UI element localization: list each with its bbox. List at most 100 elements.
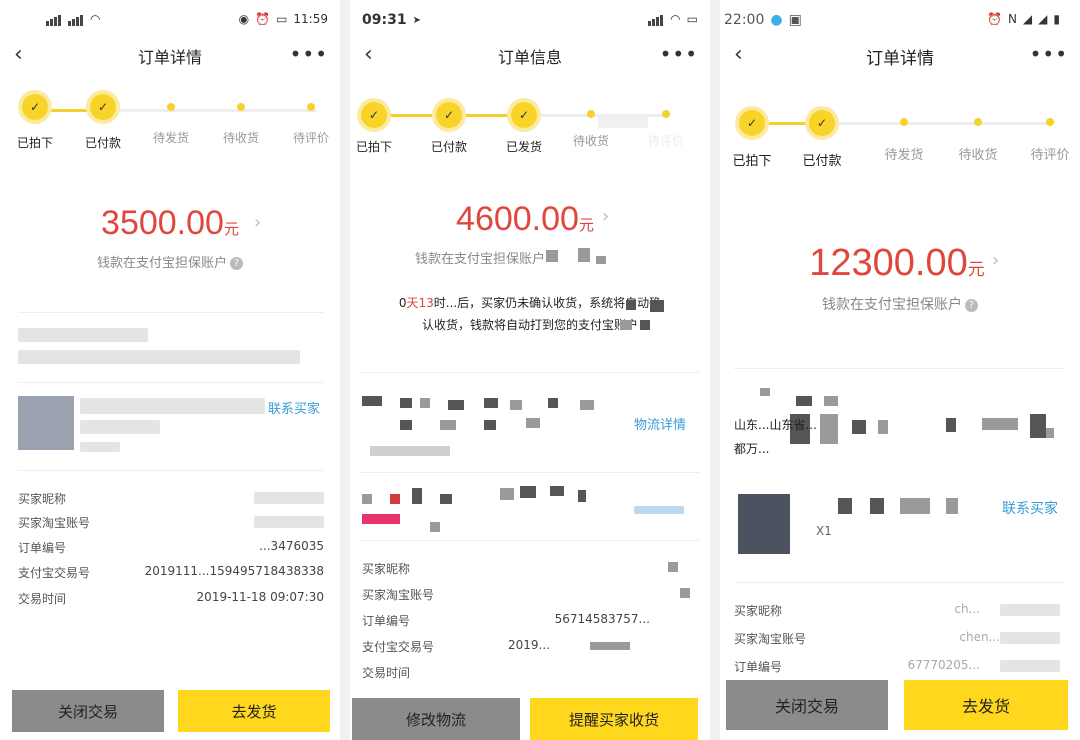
- info-row-alipay-trade-no: 支付宝交易号 2019111...159495718438338: [18, 564, 324, 580]
- more-dots-icon[interactable]: •••: [1030, 42, 1068, 66]
- help-icon[interactable]: ?: [230, 257, 243, 270]
- close-trade-button[interactable]: 关闭交易: [726, 680, 888, 730]
- amount-unit: 元: [578, 216, 594, 234]
- address-line-1: 山东...山东省...: [734, 418, 817, 432]
- step-paid: ✓ 已付款: [787, 110, 857, 169]
- step-to-review: 待评价: [1015, 110, 1080, 163]
- ship-button[interactable]: 去发货: [178, 690, 330, 732]
- step-to-ship: 待发货: [869, 110, 939, 163]
- amount-unit: 元: [223, 220, 239, 238]
- escrow-note: 钱款在支付宝担保账户?: [720, 294, 1080, 314]
- alarm-icon: ⏰: [255, 12, 271, 26]
- qq-icon: ●: [770, 12, 783, 28]
- step-placed: ✓ 已拍下: [350, 102, 409, 155]
- step-paid: ✓ 已付款: [68, 94, 138, 151]
- contact-buyer-link[interactable]: 联系买家: [1002, 498, 1058, 518]
- status-time: 09:31: [362, 12, 407, 28]
- order-progress: ✓ 已拍下 ✓ 已付款 待发货 待收货 待评价: [720, 110, 1080, 180]
- amount-value: 3500.00: [101, 204, 224, 242]
- status-bar: 22:00 ● ▣ ⏰ N ◢ ◢ ▮: [720, 0, 1080, 40]
- info-row-order-number: 订单编号 ...3476035: [18, 539, 324, 555]
- location-arrow-icon: ➤: [412, 14, 421, 26]
- status-time: 22:00: [724, 12, 765, 28]
- remind-receive-button[interactable]: 提醒买家收货: [530, 698, 698, 740]
- battery-icon: ▮: [1053, 12, 1060, 26]
- check-icon: ✓: [739, 110, 765, 136]
- status-time: 11:59: [293, 12, 328, 26]
- image-icon: ▣: [788, 12, 802, 28]
- header: ‹ 订单详情 •••: [720, 40, 1080, 74]
- blurred-product-title: [80, 398, 265, 414]
- logistics-detail-link[interactable]: 物流详情: [634, 414, 686, 433]
- info-row-buyer-account: 买家淘宝账号: [362, 586, 690, 606]
- status-bar: 09:31 ➤ ◠ ▭: [350, 0, 710, 40]
- info-row-order-number: 订单编号 67770205...: [734, 658, 1060, 678]
- amount-value: 4600.00: [456, 200, 579, 238]
- step-to-ship: 待发货: [136, 94, 206, 146]
- more-dots-icon[interactable]: •••: [290, 42, 328, 66]
- product-thumbnail[interactable]: [18, 396, 74, 450]
- info-row-buyer-account: 买家淘宝账号 chen...: [734, 630, 1060, 650]
- amount-unit: 元: [967, 260, 985, 280]
- order-detail-screen-2: 09:31 ➤ ◠ ▭ ‹ 订单信息 ••• ✓ 已拍下 ✓ 已付款 ✓ 已发货 待收…: [350, 0, 710, 740]
- battery-icon: ▭: [686, 12, 698, 26]
- header: ‹ 订单信息 •••: [350, 40, 710, 74]
- chevron-right-icon: ›: [992, 250, 1000, 271]
- amount-value: 12300.00: [809, 242, 968, 284]
- info-row-buyer-account: 买家淘宝账号: [18, 514, 324, 534]
- order-amount[interactable]: 3500.00元 ›: [0, 204, 340, 243]
- order-progress: ✓ 已拍下 ✓ 已付款 ✓ 已发货 待收货 待评价: [350, 102, 710, 172]
- page-title: 订单信息: [497, 48, 562, 67]
- check-icon: ✓: [22, 94, 48, 120]
- eye-icon: ◉: [238, 12, 250, 26]
- wifi-icon: ◠: [90, 12, 101, 26]
- ship-button[interactable]: 去发货: [904, 680, 1068, 730]
- check-icon: ✓: [809, 110, 835, 136]
- blurred-product-qty: [80, 442, 120, 452]
- check-icon: ✓: [90, 94, 116, 120]
- contact-buyer-link[interactable]: 联系买家: [268, 398, 320, 417]
- help-icon[interactable]: ?: [965, 298, 978, 312]
- chevron-right-icon: ›: [602, 206, 610, 227]
- check-icon: ✓: [361, 102, 387, 128]
- escrow-note: 钱款在支付宝担保账户: [414, 252, 545, 267]
- signal-icon: ◢: [1022, 12, 1033, 26]
- nfc-icon: N: [1007, 12, 1017, 26]
- modify-logistics-button[interactable]: 修改物流: [352, 698, 520, 740]
- header: ‹ 订单详情 •••: [0, 40, 340, 74]
- order-amount[interactable]: 4600.00元 ›: [350, 200, 710, 239]
- signal-icon: [46, 12, 62, 26]
- product-thumbnail[interactable]: [738, 494, 790, 554]
- info-row-alipay-trade-no: 支付宝交易号 2019...: [362, 638, 690, 658]
- status-bar: ◠ ◉ ⏰ ▭ 11:59: [0, 0, 340, 40]
- address-line-2: 都万...: [734, 442, 770, 456]
- blurred-product-spec: [80, 420, 160, 434]
- step-to-receive: 待收货: [206, 94, 276, 146]
- info-row-trade-time: 交易时间 2019-11-18 09:07:30: [18, 590, 324, 606]
- order-detail-screen-1: ◠ ◉ ⏰ ▭ 11:59 ‹ 订单详情 ••• ✓ 已拍下 ✓ 已付款 待发货 待…: [0, 0, 340, 740]
- more-dots-icon[interactable]: •••: [660, 42, 698, 66]
- order-amount[interactable]: 12300.00元 ›: [720, 242, 1080, 285]
- escrow-note: 钱款在支付宝担保账户?: [0, 252, 340, 271]
- step-shipped: ✓ 已发货: [489, 102, 559, 155]
- wifi-icon: ◠: [670, 12, 681, 26]
- info-row-buyer-nick: 买家昵称 ch...: [734, 602, 1060, 622]
- info-row-buyer-nick: 买家昵称: [362, 560, 690, 580]
- close-trade-button[interactable]: 关闭交易: [12, 690, 164, 732]
- check-icon: ✓: [511, 102, 537, 128]
- step-to-review: 待评价: [276, 94, 340, 146]
- blurred-address-line: [18, 328, 148, 342]
- alarm-icon: ⏰: [986, 12, 1002, 26]
- step-placed: ✓ 已拍下: [0, 94, 70, 151]
- signal-icon: ◢: [1038, 12, 1048, 26]
- check-icon: ✓: [436, 102, 462, 128]
- product-quantity: X1: [816, 524, 832, 538]
- battery-icon: ▭: [276, 12, 288, 26]
- info-row-order-number: 订单编号 56714583757...: [362, 612, 650, 628]
- chevron-right-icon: ›: [254, 212, 262, 233]
- info-row-buyer-nick: 买家昵称: [18, 490, 324, 510]
- blurred-address-line: [18, 350, 300, 364]
- page-title: 订单详情: [866, 49, 934, 69]
- step-to-receive: 待收货: [943, 110, 1013, 163]
- step-paid: ✓ 已付款: [414, 102, 484, 155]
